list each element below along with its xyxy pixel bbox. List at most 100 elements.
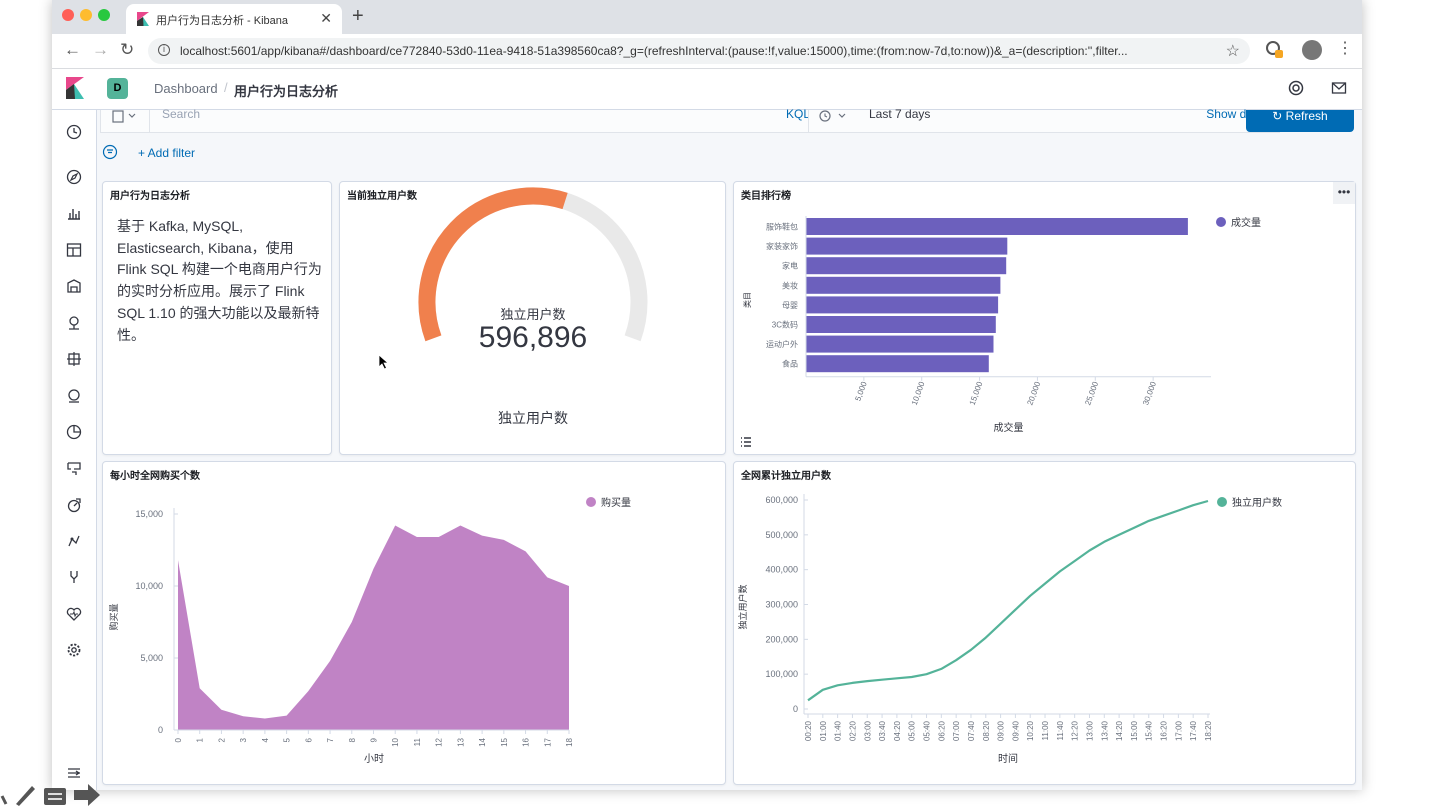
ml-icon[interactable] xyxy=(66,351,82,367)
apm-icon[interactable] xyxy=(66,460,82,476)
y-axis-title: 购买量 xyxy=(108,603,119,630)
close-window-button[interactable] xyxy=(62,9,74,21)
category-label: 3C数码 xyxy=(772,320,798,330)
x-tick-label: 30,000 xyxy=(1141,380,1158,407)
browser-tab[interactable]: 用户行为日志分析 - Kibana ✕ xyxy=(126,4,342,34)
x-tick-label: 17:40 xyxy=(1189,720,1198,741)
close-tab-icon[interactable]: ✕ xyxy=(320,10,332,27)
gauge-value: 596,896 xyxy=(479,321,587,354)
breadcrumb-separator: / xyxy=(224,80,228,95)
visualize-icon[interactable] xyxy=(66,205,82,221)
url-text: localhost:5601/app/kibana#/dashboard/ce7… xyxy=(180,44,1128,58)
x-tick-label: 15:40 xyxy=(1145,720,1154,741)
browser-menu-icon[interactable]: ⋮ xyxy=(1337,38,1353,58)
category-label: 家装家饰 xyxy=(766,241,798,251)
saved-query-icon xyxy=(112,110,136,123)
extension-icon[interactable] xyxy=(1265,40,1283,58)
x-tick-label: 25,000 xyxy=(1083,380,1100,407)
markdown-text: 基于 Kafka, MySQL, Elasticsearch, Kibana，使… xyxy=(117,218,322,343)
site-info-icon[interactable]: i xyxy=(158,44,170,56)
notes-icon[interactable] xyxy=(44,788,66,805)
x-axis-title: 小时 xyxy=(364,753,384,765)
y-tick-label: 500,000 xyxy=(765,530,798,540)
dashboard-icon[interactable] xyxy=(66,242,82,258)
management-gear-icon[interactable] xyxy=(66,642,82,658)
minimize-window-button[interactable] xyxy=(80,9,92,21)
kibana-logo-icon[interactable] xyxy=(64,77,86,99)
kql-toggle[interactable]: KQL xyxy=(786,107,810,121)
bar-5 xyxy=(806,316,996,333)
browser-toolbar: ← → ↻ i localhost:5601/app/kibana#/dashb… xyxy=(52,34,1362,69)
dev-tools-icon[interactable] xyxy=(66,569,82,585)
help-icon[interactable] xyxy=(1288,80,1304,96)
saved-query-button[interactable] xyxy=(100,110,150,133)
browser-window: 用户行为日志分析 - Kibana ✕ + ← → ↻ i localhost:… xyxy=(52,0,1362,790)
kibana-favicon-icon xyxy=(137,12,149,26)
space-avatar[interactable]: D xyxy=(107,78,128,99)
reload-icon[interactable]: ↻ xyxy=(120,40,134,60)
forward-arrow-icon[interactable]: → xyxy=(92,40,109,60)
category-bar-panel: 类目排行榜 ••• 服饰鞋包 家装家饰 家电 美妆 母婴 3C数码 运动户外 食品 5,000 1… xyxy=(733,181,1356,455)
calendar-icon[interactable] xyxy=(817,110,853,124)
uptime-icon[interactable] xyxy=(66,497,82,513)
discover-compass-icon[interactable] xyxy=(66,169,82,185)
monitoring-icon[interactable] xyxy=(66,606,82,622)
newsfeed-mail-icon[interactable] xyxy=(1331,80,1347,96)
x-tick-label: 12:20 xyxy=(1071,720,1080,741)
filter-options-icon[interactable] xyxy=(102,144,118,160)
maximize-window-button[interactable] xyxy=(98,9,110,21)
add-filter-button[interactable]: + Add filter xyxy=(138,146,195,160)
category-label: 运动户外 xyxy=(766,339,798,349)
refresh-button[interactable]: ↻ Refresh xyxy=(1246,110,1354,132)
profile-avatar[interactable] xyxy=(1302,40,1322,60)
collapse-nav-icon[interactable] xyxy=(66,765,82,781)
y-axis-title: 独立用户数 xyxy=(737,584,748,629)
x-tick-label: 04:20 xyxy=(893,720,902,741)
x-tick-label: 10 xyxy=(391,737,400,746)
search-input[interactable]: Search KQL xyxy=(150,107,818,133)
gauge-label: 独立用户数 xyxy=(500,307,565,322)
breadcrumb-dashboard[interactable]: Dashboard xyxy=(154,81,218,96)
pencil-icon[interactable] xyxy=(16,786,35,806)
bar-7 xyxy=(806,355,989,373)
x-axis-title: 时间 xyxy=(998,752,1018,765)
category-label: 食品 xyxy=(782,359,798,369)
recent-clock-icon[interactable] xyxy=(66,124,82,140)
legend-toggle-icon[interactable] xyxy=(740,436,752,448)
tab-title: 用户行为日志分析 - Kibana xyxy=(156,15,289,27)
legend-swatch xyxy=(586,497,596,507)
x-tick-label: 18 xyxy=(565,737,574,746)
x-tick-label: 9 xyxy=(370,737,379,742)
address-bar[interactable]: i localhost:5601/app/kibana#/dashboard/c… xyxy=(148,38,1250,64)
bar-1 xyxy=(806,237,1008,255)
bookmark-star-icon[interactable]: ☆ xyxy=(1226,41,1240,61)
x-tick-label: 06:20 xyxy=(937,720,946,741)
breadcrumb-current: 用户行为日志分析 xyxy=(234,84,339,99)
y-tick-label: 0 xyxy=(793,704,798,714)
y-tick-label: 100,000 xyxy=(765,669,798,679)
pen-tool-icon[interactable] xyxy=(0,795,8,805)
forward-arrow-tool-icon[interactable] xyxy=(74,784,100,806)
canvas-icon[interactable] xyxy=(66,278,82,294)
new-tab-button[interactable]: + xyxy=(352,5,364,28)
infrastructure-icon[interactable] xyxy=(66,388,82,404)
gauge-panel: 当前独立用户数 独立用户数 596,896 独立用户数 xyxy=(339,181,726,455)
x-tick-label: 07:40 xyxy=(967,720,976,741)
bar-2 xyxy=(806,257,1007,275)
logs-icon[interactable] xyxy=(66,424,82,440)
x-tick-label: 6 xyxy=(304,737,313,742)
hourly-area-panel: 每小时全网购买个数 0 5,000 10,000 15,000 0 1 2 3 4 5 6 7 8 9 10… xyxy=(102,461,726,785)
search-placeholder: Search xyxy=(162,107,201,121)
siem-icon[interactable] xyxy=(66,533,82,549)
x-tick-label: 4 xyxy=(261,737,270,742)
x-tick-label: 03:00 xyxy=(863,720,872,741)
x-tick-label: 15:00 xyxy=(1130,720,1139,741)
y-axis-title: 类目 xyxy=(742,292,752,308)
x-tick-label: 01:40 xyxy=(834,720,843,741)
panel-title: 用户行为日志分析 xyxy=(110,191,190,202)
x-tick-label: 11:00 xyxy=(1041,720,1050,740)
date-picker[interactable]: Last 7 days Show dates xyxy=(808,107,1280,133)
maps-icon[interactable] xyxy=(66,315,82,331)
time-range-text[interactable]: Last 7 days xyxy=(869,107,930,121)
back-arrow-icon[interactable]: ← xyxy=(64,40,81,60)
